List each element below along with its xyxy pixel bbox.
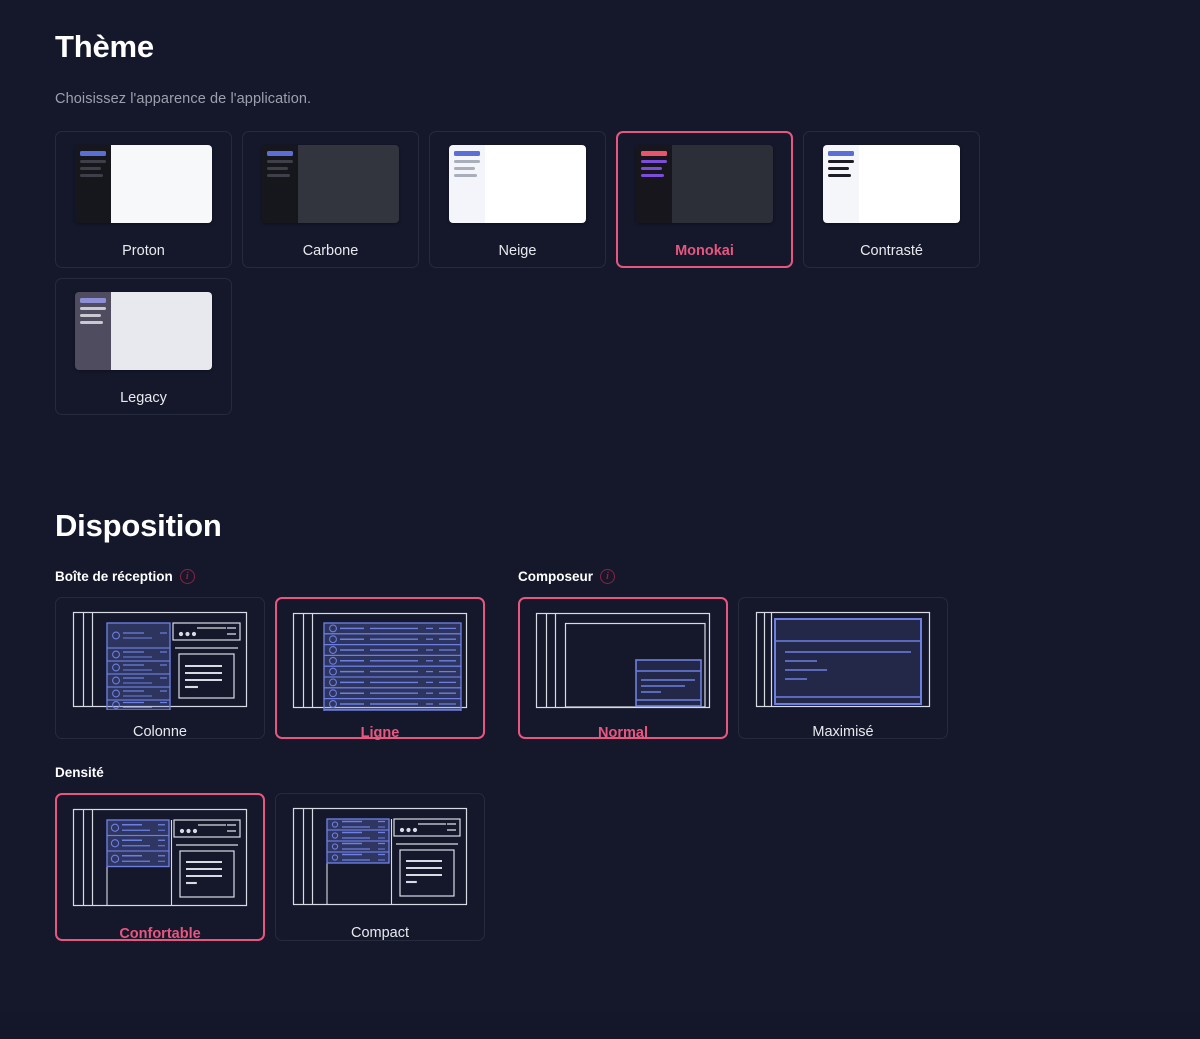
theme-preview-thumbnail: [75, 292, 212, 371]
theme-option-label: Monokai: [675, 243, 734, 260]
theme-preview-line: [641, 160, 667, 164]
theme-option-carbone[interactable]: Carbone: [242, 131, 419, 269]
layout-option-ligne[interactable]: Ligne: [275, 597, 485, 742]
layout-option-label: Colonne: [132, 724, 187, 741]
layout-preview-maximized: [753, 609, 933, 710]
theme-preview-line: [454, 167, 475, 171]
theme-preview-main: [672, 145, 773, 224]
layout-option-label: Compact: [350, 925, 410, 942]
theme-preview-sidebar: [449, 145, 485, 224]
layout-preview-row: [290, 610, 470, 712]
density-label: Densité: [55, 765, 1145, 780]
density-group: Densité Confortable Compact: [55, 765, 1145, 943]
theme-preview-line: [828, 174, 851, 178]
layout-option-maximis[interactable]: Maximisé: [738, 597, 948, 741]
theme-preview-main: [111, 145, 212, 224]
inbox-layout-label: Boîte de réception i: [55, 569, 485, 585]
theme-preview-accent-bar: [80, 151, 106, 157]
footer-strip: [0, 1011, 1200, 1039]
theme-option-proton[interactable]: Proton: [55, 131, 232, 269]
theme-preview-sidebar: [75, 145, 111, 224]
page-title: Thème: [55, 29, 154, 64]
theme-preview-main: [298, 145, 399, 224]
inbox-layout-group: Boîte de réception i Colonne Ligne: [55, 569, 485, 742]
theme-subtitle: Choisissez l'apparence de l'application.: [55, 91, 312, 108]
theme-preview-sidebar: [262, 145, 298, 224]
layout-preview-column: [70, 609, 250, 711]
theme-preview-accent-bar: [454, 151, 480, 157]
disposition-columns: Boîte de réception i Colonne Ligne Compos…: [55, 543, 1145, 742]
theme-section: Thème Choisissez l'apparence de l'applic…: [55, 29, 1145, 416]
inbox-layout-label-text: Boîte de réception: [55, 569, 173, 585]
layout-option-confortable[interactable]: Confortable: [55, 793, 265, 943]
theme-preview-line: [641, 174, 664, 178]
info-icon[interactable]: i: [179, 569, 195, 585]
theme-preview-thumbnail: [449, 145, 586, 224]
theme-preview-line: [267, 160, 293, 164]
theme-preview-line: [267, 167, 288, 171]
inbox-layout-options: Colonne Ligne: [55, 597, 485, 742]
composer-layout-label: Composeur i: [518, 569, 948, 585]
theme-preview-line: [828, 160, 854, 164]
settings-page: Thème Choisissez l'apparence de l'applic…: [0, 0, 1200, 1039]
theme-preview-thumbnail: [75, 145, 212, 224]
theme-preview-line: [80, 321, 103, 325]
theme-option-label: Neige: [498, 243, 537, 260]
theme-preview-line: [267, 174, 290, 178]
theme-preview-line: [641, 167, 662, 171]
disposition-title: Disposition: [55, 508, 222, 544]
theme-preview-line: [80, 174, 103, 178]
theme-options: Proton Carbone Neige Monokai Contrasté Legacy: [55, 131, 1145, 416]
theme-preview-sidebar: [823, 145, 859, 224]
density-options: Confortable Compact: [55, 793, 1145, 943]
theme-preview-accent-bar: [80, 298, 106, 304]
theme-preview-main: [485, 145, 586, 224]
density-label-text: Densité: [55, 765, 104, 781]
theme-preview-accent-bar: [267, 151, 293, 157]
theme-preview-thumbnail: [636, 145, 773, 224]
theme-option-label: Contrasté: [860, 243, 923, 260]
composer-layout-options: Normal Maximisé: [518, 597, 948, 742]
theme-preview-main: [111, 292, 212, 371]
theme-option-label: Legacy: [120, 390, 167, 407]
theme-preview-thumbnail: [262, 145, 399, 224]
layout-preview-comfortable: [70, 806, 250, 909]
disposition-section: Disposition Boîte de réception i Colonne…: [55, 508, 1145, 943]
theme-option-label: Proton: [122, 243, 165, 260]
theme-preview-line: [80, 167, 101, 171]
layout-option-compact[interactable]: Compact: [275, 793, 485, 942]
layout-option-label: Normal: [598, 725, 648, 742]
layout-preview-compact: [290, 805, 470, 908]
theme-preview-line: [454, 174, 477, 178]
settings-content: Thème Choisissez l'apparence de l'applic…: [0, 0, 1200, 943]
theme-option-legacy[interactable]: Legacy: [55, 278, 232, 416]
theme-preview-accent-bar: [828, 151, 854, 157]
theme-option-label: Carbone: [302, 243, 359, 260]
theme-preview-main: [859, 145, 960, 224]
theme-preview-line: [80, 314, 101, 318]
theme-preview-line: [80, 160, 106, 164]
layout-option-label: Maximisé: [812, 724, 874, 741]
composer-layout-group: Composeur i Normal Maximisé: [518, 569, 948, 742]
theme-preview-line: [454, 160, 480, 164]
layout-option-label: Ligne: [360, 725, 400, 742]
theme-preview-accent-bar: [641, 151, 667, 157]
layout-option-colonne[interactable]: Colonne: [55, 597, 265, 741]
layout-option-label: Confortable: [119, 926, 201, 943]
theme-option-neige[interactable]: Neige: [429, 131, 606, 269]
theme-preview-line: [80, 307, 106, 311]
theme-preview-sidebar: [75, 292, 111, 371]
theme-option-contrast[interactable]: Contrasté: [803, 131, 980, 269]
theme-preview-sidebar: [636, 145, 672, 224]
theme-option-monokai[interactable]: Monokai: [616, 131, 793, 269]
theme-preview-line: [828, 167, 849, 171]
composer-layout-label-text: Composeur: [518, 569, 594, 585]
layout-preview-normal: [533, 610, 713, 711]
theme-preview-thumbnail: [823, 145, 960, 224]
info-icon[interactable]: i: [600, 569, 616, 585]
layout-option-normal[interactable]: Normal: [518, 597, 728, 742]
